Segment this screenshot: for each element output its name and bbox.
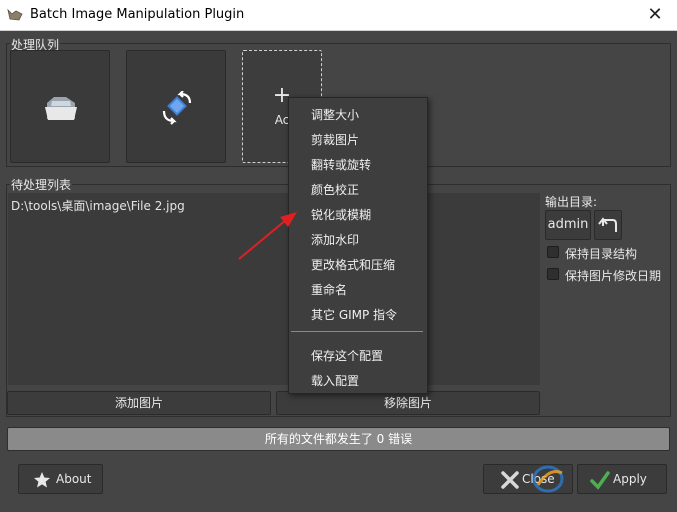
menu-item-watermark[interactable]: 添加水印 xyxy=(311,231,359,248)
list-item[interactable]: D:\tools\桌面\image\File 2.jpg xyxy=(11,197,185,214)
watermark-logo xyxy=(532,465,564,493)
about-button[interactable]: About xyxy=(18,464,103,494)
keep-structure-checkbox[interactable] xyxy=(547,246,559,258)
keep-dates-label: 保持图片修改日期 xyxy=(565,269,662,283)
menu-item-crop[interactable]: 剪裁图片 xyxy=(311,131,359,148)
menu-item-flip-rotate[interactable]: 翻转或旋转 xyxy=(311,156,371,173)
menu-item-rename[interactable]: 重命名 xyxy=(311,281,347,298)
star-icon xyxy=(34,472,50,488)
undo-icon xyxy=(598,217,617,232)
menu-item-change-format[interactable]: 更改格式和压缩 xyxy=(311,256,395,273)
gimp-app-icon xyxy=(7,8,23,21)
pending-file-list[interactable] xyxy=(8,193,540,385)
add-images-button[interactable]: 添加图片 xyxy=(7,391,271,415)
menu-item-load-config[interactable]: 载入配置 xyxy=(311,372,359,389)
menu-item-save-config[interactable]: 保存这个配置 xyxy=(311,347,383,364)
close-icon[interactable]: ✕ xyxy=(633,0,677,30)
x-icon xyxy=(501,471,519,489)
window-title: Batch Image Manipulation Plugin xyxy=(30,7,245,22)
pending-list-label: 待处理列表 xyxy=(10,176,73,193)
rotate-tile-icon xyxy=(162,91,192,125)
status-bar: 所有的文件都发生了 0 错误 xyxy=(7,427,670,451)
queue-tile-rotate[interactable] xyxy=(126,50,226,163)
keep-dates-checkbox[interactable] xyxy=(547,268,559,280)
output-dir-label: 输出目录: xyxy=(545,195,598,209)
title-bar: Batch Image Manipulation Plugin ✕ xyxy=(0,0,677,31)
add-operation-menu: 调整大小 剪裁图片 翻转或旋转 颜色校正 锐化或模糊 添加水印 更改格式和压缩 … xyxy=(288,97,428,394)
keep-structure-label: 保持目录结构 xyxy=(565,247,638,261)
about-label: About xyxy=(56,472,92,486)
reset-dir-button[interactable] xyxy=(594,210,622,240)
queue-tile-folder[interactable] xyxy=(10,50,110,163)
folder-tile-icon xyxy=(45,97,77,120)
menu-item-color-correction[interactable]: 颜色校正 xyxy=(311,181,359,198)
output-dir-button[interactable]: admin xyxy=(545,210,591,240)
menu-item-sharpen-blur[interactable]: 锐化或模糊 xyxy=(311,206,371,223)
menu-item-resize[interactable]: 调整大小 xyxy=(311,106,359,123)
remove-images-button[interactable]: 移除图片 xyxy=(276,391,540,415)
menu-item-gimp-command[interactable]: 其它 GIMP 指令 xyxy=(311,306,397,323)
menu-separator xyxy=(291,331,423,332)
